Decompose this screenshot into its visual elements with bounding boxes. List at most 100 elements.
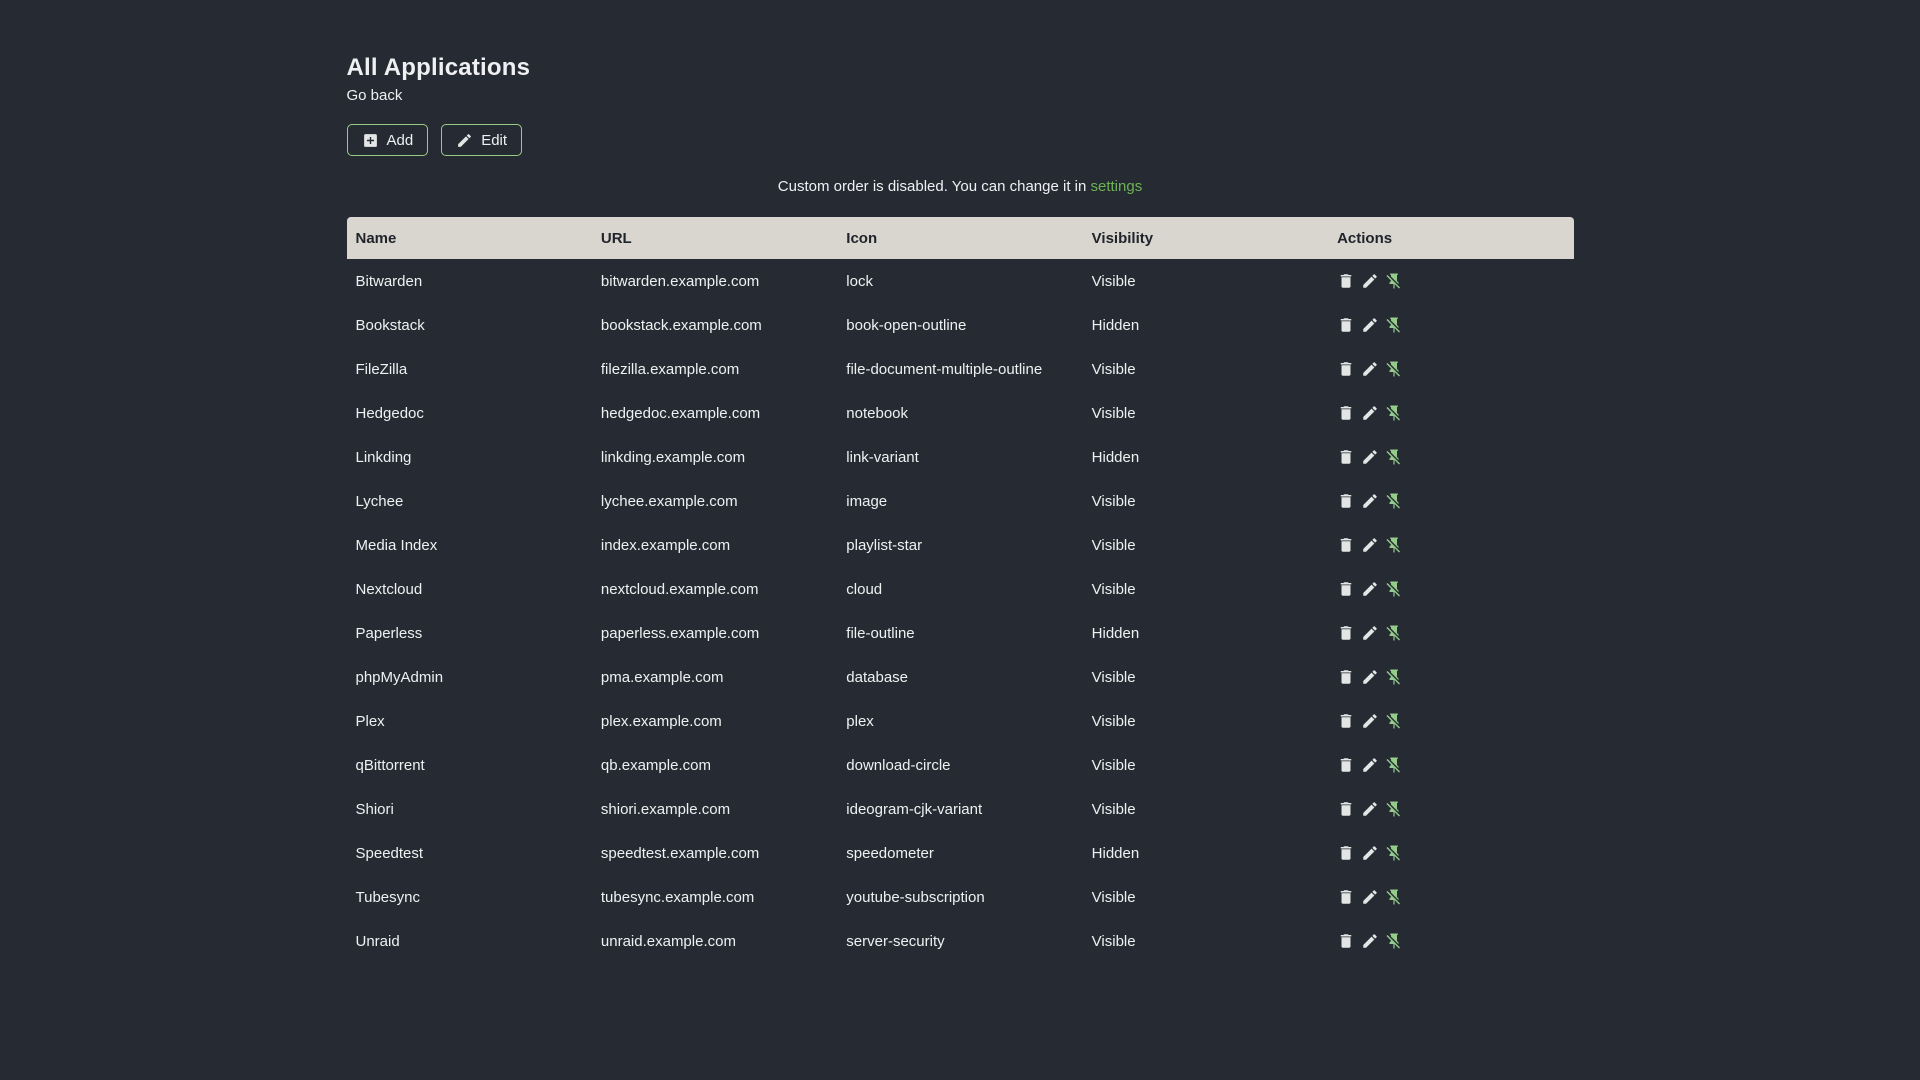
- plus-box-icon: [363, 133, 377, 147]
- pencil-icon[interactable]: [1361, 888, 1379, 906]
- app-visibility: Visible: [1091, 800, 1136, 818]
- delete-icon[interactable]: [1337, 888, 1355, 906]
- delete-icon[interactable]: [1337, 316, 1355, 334]
- add-button[interactable]: Add: [346, 124, 429, 156]
- pencil-icon[interactable]: [1361, 316, 1379, 334]
- pencil-icon[interactable]: [1361, 536, 1379, 554]
- row-actions: [1337, 360, 1564, 378]
- table-header: Name URL Icon Visibility Actions: [346, 217, 1574, 259]
- app-icon-name: plex: [846, 712, 874, 730]
- row-actions: [1337, 932, 1564, 950]
- app-name: Lychee: [355, 492, 404, 510]
- delete-icon[interactable]: [1337, 580, 1355, 598]
- notice-text: Custom order is disabled. You can change…: [777, 178, 1087, 195]
- app-icon-name: playlist-star: [846, 536, 923, 554]
- pin-off-icon[interactable]: [1385, 712, 1403, 730]
- applications-table: Name URL Icon Visibility Actions Bitward…: [346, 217, 1574, 963]
- pencil-icon[interactable]: [1361, 712, 1379, 730]
- pin-off-icon[interactable]: [1385, 272, 1403, 290]
- app-name: Hedgedoc: [355, 404, 424, 422]
- app-visibility: Visible: [1091, 668, 1136, 686]
- pin-off-icon[interactable]: [1385, 668, 1403, 686]
- app-url: hedgedoc.example.com: [600, 404, 761, 422]
- app-icon-name: youtube-subscription: [846, 888, 985, 906]
- pencil-icon[interactable]: [1361, 800, 1379, 818]
- table-row: phpMyAdmin pma.example.com database Visi…: [347, 655, 1574, 699]
- row-actions: [1337, 624, 1564, 642]
- app-name: Plex: [355, 712, 385, 730]
- pencil-icon[interactable]: [1361, 272, 1379, 290]
- app-visibility: Hidden: [1091, 448, 1140, 466]
- pin-off-icon[interactable]: [1385, 360, 1403, 378]
- pencil-icon[interactable]: [1361, 580, 1379, 598]
- delete-icon[interactable]: [1337, 932, 1355, 950]
- app-url: nextcloud.example.com: [600, 580, 759, 598]
- table-row: Bitwarden bitwarden.example.com lock Vis…: [347, 259, 1574, 303]
- row-actions: [1337, 492, 1564, 510]
- delete-icon[interactable]: [1337, 624, 1355, 642]
- delete-icon[interactable]: [1337, 492, 1355, 510]
- page-title: All Applications: [346, 54, 531, 81]
- app-visibility: Visible: [1091, 580, 1136, 598]
- app-url: lychee.example.com: [600, 492, 738, 510]
- delete-icon[interactable]: [1337, 536, 1355, 554]
- delete-icon[interactable]: [1337, 360, 1355, 378]
- app-icon-name: image: [846, 492, 888, 510]
- row-actions: [1337, 272, 1564, 290]
- pencil-icon[interactable]: [1361, 624, 1379, 642]
- edit-button[interactable]: Edit: [441, 124, 523, 156]
- app-visibility: Visible: [1091, 492, 1136, 510]
- app-name: Media Index: [355, 536, 438, 554]
- pin-off-icon[interactable]: [1385, 492, 1403, 510]
- delete-icon[interactable]: [1337, 756, 1355, 774]
- app-name: phpMyAdmin: [355, 668, 444, 686]
- pin-off-icon[interactable]: [1385, 316, 1403, 334]
- delete-icon[interactable]: [1337, 668, 1355, 686]
- app-visibility: Visible: [1091, 360, 1136, 378]
- app-name: qBittorrent: [355, 756, 425, 774]
- delete-icon[interactable]: [1337, 712, 1355, 730]
- app-visibility: Visible: [1091, 536, 1136, 554]
- delete-icon[interactable]: [1337, 844, 1355, 862]
- delete-icon[interactable]: [1337, 800, 1355, 818]
- app-name: Bitwarden: [355, 272, 423, 290]
- table-row: Unraid unraid.example.com server-securit…: [347, 919, 1574, 963]
- app-name: Linkding: [355, 448, 412, 466]
- pin-off-icon[interactable]: [1385, 800, 1403, 818]
- app-url: bookstack.example.com: [600, 316, 762, 334]
- pin-off-icon[interactable]: [1385, 888, 1403, 906]
- app-name: Tubesync: [355, 888, 420, 906]
- go-back-link[interactable]: Go back: [347, 87, 403, 104]
- pencil-icon[interactable]: [1361, 844, 1379, 862]
- pencil-icon[interactable]: [1361, 492, 1379, 510]
- header-url: URL: [591, 217, 838, 259]
- row-actions: [1337, 756, 1564, 774]
- app-name: Speedtest: [355, 844, 424, 862]
- pencil-icon[interactable]: [1361, 932, 1379, 950]
- app-url: unraid.example.com: [600, 932, 736, 950]
- pencil-icon[interactable]: [1361, 756, 1379, 774]
- delete-icon[interactable]: [1337, 404, 1355, 422]
- app-icon-name: ideogram-cjk-variant: [846, 800, 983, 818]
- pin-off-icon[interactable]: [1385, 404, 1403, 422]
- pencil-icon[interactable]: [1361, 404, 1379, 422]
- delete-icon[interactable]: [1337, 448, 1355, 466]
- pencil-icon[interactable]: [1361, 448, 1379, 466]
- settings-link[interactable]: settings: [1091, 178, 1143, 195]
- pin-off-icon[interactable]: [1385, 844, 1403, 862]
- pencil-icon[interactable]: [1361, 668, 1379, 686]
- app-name: Paperless: [355, 624, 423, 642]
- pencil-icon[interactable]: [1361, 360, 1379, 378]
- app-url: pma.example.com: [600, 668, 724, 686]
- app-name: Shiori: [355, 800, 394, 818]
- pin-off-icon[interactable]: [1385, 580, 1403, 598]
- pin-off-icon[interactable]: [1385, 448, 1403, 466]
- app-icon-name: lock: [846, 272, 873, 290]
- pin-off-icon[interactable]: [1385, 624, 1403, 642]
- app-url: linkding.example.com: [600, 448, 746, 466]
- delete-icon[interactable]: [1337, 272, 1355, 290]
- pin-off-icon[interactable]: [1385, 932, 1403, 950]
- pin-off-icon[interactable]: [1385, 756, 1403, 774]
- row-actions: [1337, 316, 1564, 334]
- pin-off-icon[interactable]: [1385, 536, 1403, 554]
